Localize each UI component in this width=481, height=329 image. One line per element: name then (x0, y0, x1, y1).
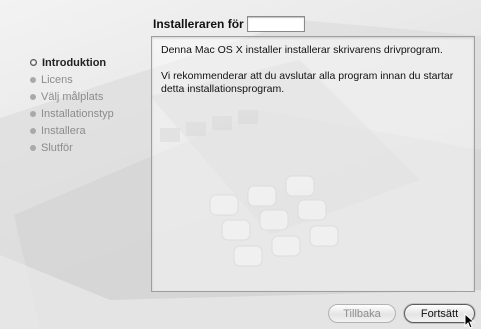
installer-window: Installeraren för Introduktion Licens Vä… (0, 0, 481, 329)
recommendation-paragraph: Vi rekommenderar att du avslutar alla pr… (161, 70, 454, 95)
step-bullet-icon (30, 59, 37, 66)
pointer-cursor-icon (464, 313, 476, 329)
step-bullet-icon (30, 76, 36, 83)
step-label: Välj målplats (41, 90, 104, 103)
step-introduktion: Introduktion (30, 54, 114, 71)
step-bullet-icon (30, 110, 36, 117)
step-valj-malplats: Välj målplats (30, 88, 114, 105)
step-label: Licens (41, 73, 73, 86)
back-button[interactable]: Tillbaka (328, 304, 396, 323)
window-title-text: Installeraren för (153, 17, 244, 31)
step-installera: Installera (30, 122, 114, 139)
step-bullet-icon (30, 144, 36, 151)
installation-steps-list: Introduktion Licens Välj målplats Instal… (30, 54, 114, 156)
step-bullet-icon (30, 127, 36, 134)
step-label: Introduktion (42, 56, 107, 69)
step-label: Installera (41, 124, 86, 137)
step-label: Slutför (41, 141, 73, 154)
step-slutfor: Slutför (30, 139, 114, 156)
step-installationstyp: Installationstyp (30, 105, 114, 122)
intro-paragraph: Denna Mac OS X installer installerar skr… (161, 44, 443, 56)
step-label: Installationstyp (41, 107, 114, 120)
window-title: Installeraren för (153, 14, 305, 34)
step-bullet-icon (30, 93, 36, 100)
content-pane: Denna Mac OS X installer installerar skr… (151, 36, 475, 292)
step-licens: Licens (30, 71, 114, 88)
product-name-field (246, 16, 305, 32)
